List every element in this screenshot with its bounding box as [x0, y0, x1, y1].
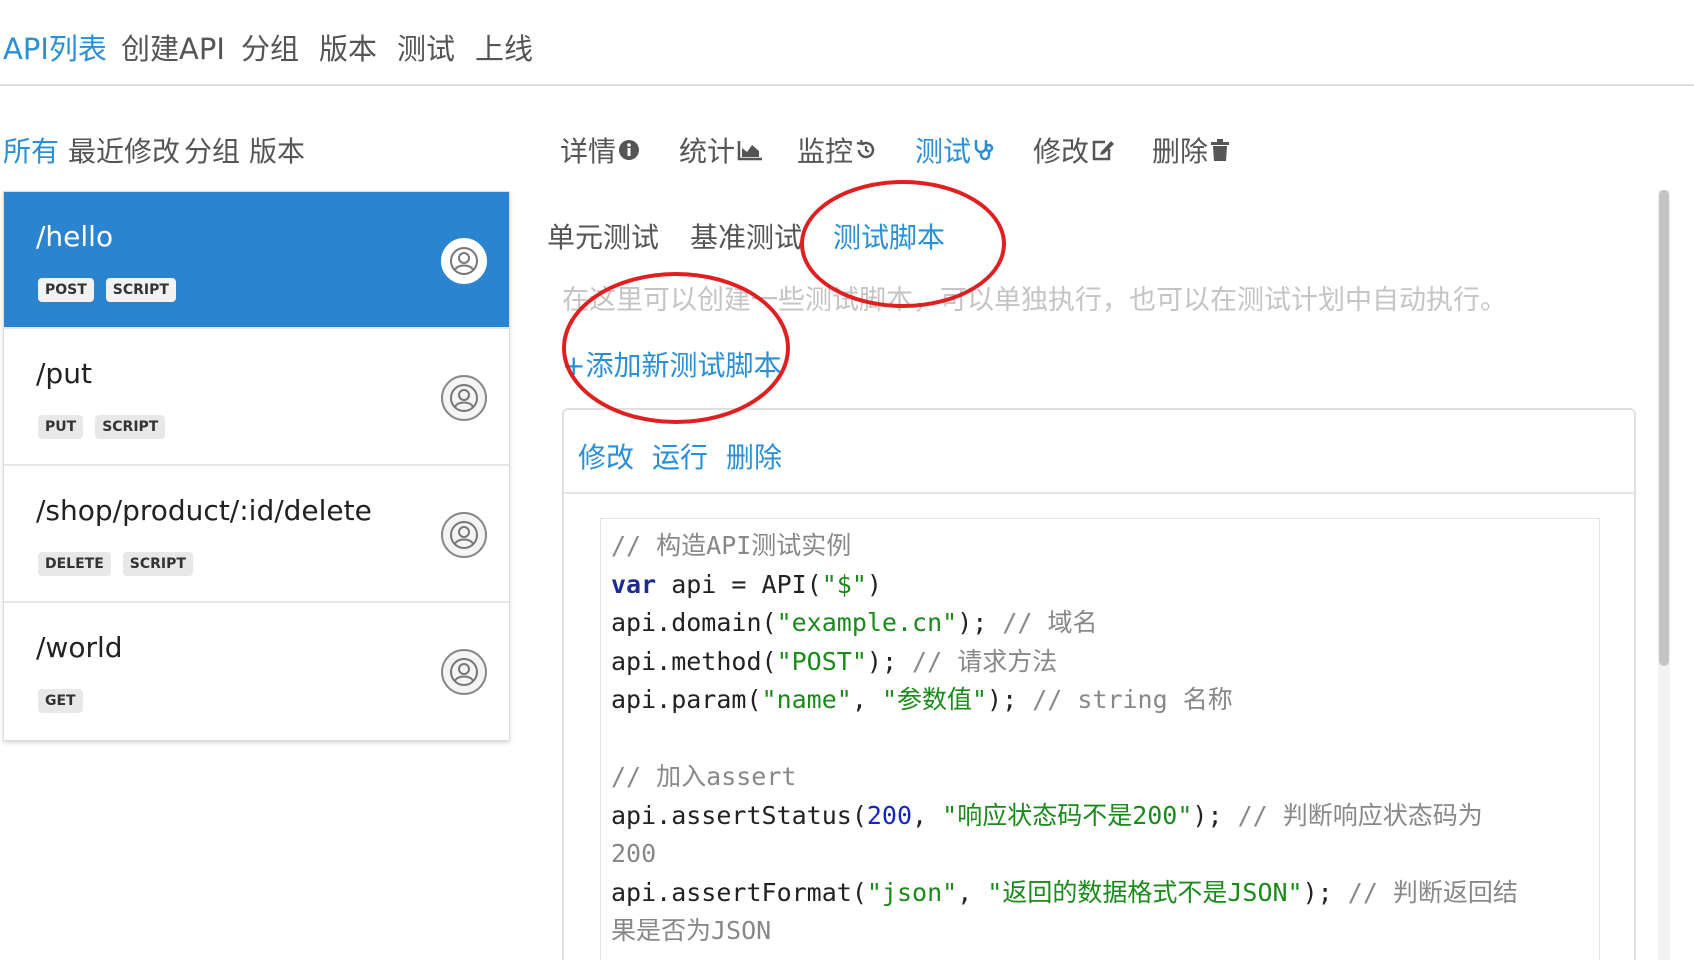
- filter-version[interactable]: 版本: [249, 130, 305, 170]
- api-path: /world: [36, 631, 123, 664]
- code-line: 200: [611, 839, 657, 868]
- method-badge: POST: [38, 278, 94, 302]
- top-navigation: API列表 创建API 分组 版本 测试 上线: [0, 0, 1694, 86]
- subtab-test-script[interactable]: 测试脚本: [833, 216, 945, 256]
- code-line: // 加入assert: [611, 762, 797, 791]
- code-content: // 构造API测试实例 var api = API("$") api.doma…: [611, 527, 1518, 951]
- edit-icon: [1092, 140, 1115, 161]
- api-badges: PUT SCRIPT: [38, 415, 166, 439]
- tab-stats[interactable]: 统计: [679, 130, 763, 170]
- tab-label: 监控: [797, 135, 854, 168]
- subtab-unit-test[interactable]: 单元测试: [547, 216, 659, 256]
- code-line: // 构造API测试实例: [611, 531, 852, 560]
- nav-test[interactable]: 测试: [397, 26, 455, 68]
- tab-label: 详情: [560, 135, 617, 168]
- api-list-item[interactable]: /hello POST SCRIPT: [4, 192, 509, 329]
- code-line: var api = API("$"): [611, 569, 882, 599]
- user-avatar-icon[interactable]: [441, 649, 487, 695]
- method-badge: GET: [38, 689, 83, 713]
- tab-details[interactable]: 详情: [560, 130, 640, 170]
- trash-icon: [1211, 139, 1230, 161]
- add-test-script-link[interactable]: +添加新测试脚本: [562, 344, 781, 384]
- tab-edit[interactable]: 修改: [1033, 130, 1115, 170]
- user-avatar-icon[interactable]: [441, 375, 487, 421]
- user-avatar-icon[interactable]: [441, 512, 487, 558]
- tab-label: 删除: [1152, 135, 1209, 168]
- method-badge: DELETE: [38, 552, 111, 576]
- hint-text: 在这里可以创建一些测试脚本，可以单独执行，也可以在测试计划中自动执行。: [562, 285, 1507, 316]
- tab-test[interactable]: 测试: [915, 130, 995, 170]
- filter-group[interactable]: 分组: [184, 130, 240, 170]
- tab-label: 测试: [915, 135, 972, 168]
- history-icon: [856, 139, 875, 159]
- nav-api-list[interactable]: API列表: [3, 26, 107, 68]
- info-icon: [619, 140, 640, 160]
- code-line: 果是否为JSON: [611, 916, 772, 945]
- code-line: api.assertStatus(200, "响应状态码不是200"); // …: [611, 800, 1483, 830]
- api-badges: DELETE SCRIPT: [38, 552, 193, 576]
- tab-label: 统计: [679, 135, 736, 168]
- api-path: /put: [36, 357, 92, 390]
- tab-label: 修改: [1033, 135, 1090, 168]
- type-badge: SCRIPT: [95, 415, 166, 439]
- edit-script-button[interactable]: 修改: [578, 436, 634, 476]
- nav-create-api[interactable]: 创建API: [121, 26, 225, 68]
- api-list-item[interactable]: /put PUT SCRIPT: [4, 329, 509, 466]
- page-scrollbar[interactable]: [1658, 190, 1670, 960]
- tab-monitor[interactable]: 监控: [797, 130, 877, 170]
- api-list-item[interactable]: /shop/product/:id/delete DELETE SCRIPT: [4, 466, 509, 603]
- type-badge: SCRIPT: [122, 552, 193, 576]
- stethoscope-icon: [974, 140, 994, 161]
- card-actions: 修改 运行 删除: [564, 410, 1634, 494]
- scrollbar-thumb[interactable]: [1659, 190, 1669, 666]
- subtab-benchmark[interactable]: 基准测试: [690, 216, 802, 256]
- nav-online[interactable]: 上线: [475, 26, 533, 68]
- code-line: api.param("name", "参数值"); // string 名称: [611, 685, 1233, 714]
- filter-all[interactable]: 所有: [3, 130, 59, 170]
- nav-groups[interactable]: 分组: [241, 26, 299, 68]
- delete-script-button[interactable]: 删除: [726, 436, 782, 476]
- code-line: api.domain("example.cn"); // 域名: [611, 608, 1098, 637]
- api-badges: POST SCRIPT: [38, 278, 176, 302]
- nav-versions[interactable]: 版本: [319, 26, 377, 68]
- api-path: /hello: [36, 220, 114, 253]
- tab-delete[interactable]: 删除: [1152, 130, 1230, 170]
- area-chart-icon: [737, 141, 763, 161]
- code-line: api.assertFormat("json", "返回的数据格式不是JSON"…: [611, 877, 1518, 907]
- test-script-card: 修改 运行 删除 // 构造API测试实例 var api = API("$")…: [562, 408, 1636, 960]
- api-list-item[interactable]: /world GET: [4, 603, 509, 740]
- filter-recent[interactable]: 最近修改: [68, 130, 180, 170]
- code-block[interactable]: // 构造API测试实例 var api = API("$") api.doma…: [600, 518, 1600, 960]
- user-avatar-icon[interactable]: [441, 238, 487, 284]
- type-badge: SCRIPT: [105, 278, 176, 302]
- api-list: /hello POST SCRIPT /put PUT SCRIPT /shop…: [3, 191, 510, 741]
- api-path: /shop/product/:id/delete: [36, 494, 372, 527]
- method-badge: PUT: [38, 415, 84, 439]
- code-line: api.method("POST"); // 请求方法: [611, 646, 1058, 676]
- run-script-button[interactable]: 运行: [652, 436, 708, 476]
- api-badges: GET: [38, 689, 83, 713]
